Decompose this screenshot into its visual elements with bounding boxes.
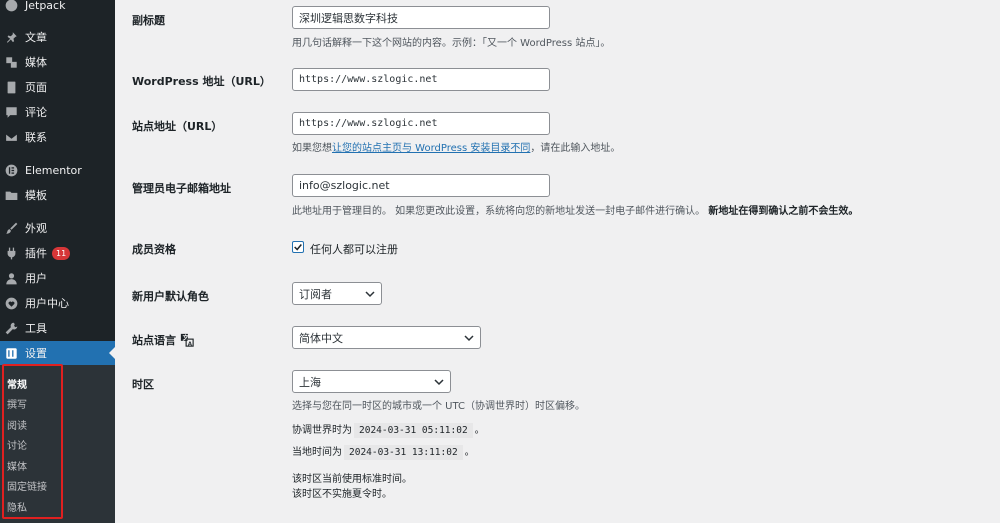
timezone-description: 选择与您在同一时区的城市或一个 UTC（协调世界时）时区偏移。 [292, 401, 586, 412]
wrench-icon [4, 321, 18, 335]
admin-email-input[interactable]: info@szlogic.net [292, 174, 550, 197]
sidebar-item-label: 用户中心 [25, 297, 69, 310]
admin-email-warning: 新地址在得到确认之前不会生效。 [708, 206, 859, 217]
sidebar-item-templates[interactable]: 模板 [0, 183, 115, 207]
admin-email-label: 管理员电子邮箱地址 [132, 182, 231, 195]
site-language-select[interactable]: 简体中文 [292, 326, 481, 349]
sidebar-item-label: 插件 [25, 247, 47, 260]
admin-sidebar: Jetpack 文章 媒体 页面 评论 联系 Elementor 模板 外观 插… [0, 0, 115, 523]
utc-time-value: 2024-03-31 05:11:02 [354, 423, 473, 438]
sidebar-item-label: Elementor [25, 163, 82, 177]
chevron-down-icon [365, 290, 375, 297]
sidebar-item-label: 页面 [25, 81, 47, 94]
timezone-note-standard: 该时区当前使用标准时间。 [292, 474, 412, 485]
site-url-description: 如果您想让您的站点主页与 WordPress 安装目录不同，请在此输入地址。 [292, 143, 621, 154]
sidebar-item-label: Jetpack [25, 0, 66, 12]
anyone-can-register-label[interactable]: 任何人都可以注册 [310, 241, 398, 257]
sidebar-item-contact[interactable]: 联系 [0, 125, 115, 149]
sidebar-item-comments[interactable]: 评论 [0, 100, 115, 124]
settings-icon [4, 346, 18, 360]
sidebar-item-label: 工具 [25, 322, 47, 335]
translation-icon: 文A [180, 333, 194, 347]
update-count-badge: 11 [52, 246, 71, 260]
default-role-label: 新用户默认角色 [132, 290, 209, 303]
sidebar-item-users[interactable]: 用户 [0, 266, 115, 290]
local-time-line: 当地时间为 2024-03-31 13:11:02。 [292, 445, 475, 460]
tagline-input[interactable]: 深圳逻辑思数字科技 [292, 6, 550, 29]
sidebar-item-label: 用户 [25, 272, 47, 285]
sidebar-item-label: 评论 [25, 106, 47, 119]
admin-email-description: 此地址用于管理目的。 如果您更改此设置，系统将向您的新地址发送一封电子邮件进行确… [292, 206, 859, 217]
sidebar-item-settings[interactable]: 设置 [0, 341, 115, 365]
sidebar-item-user-center[interactable]: 用户中心 [0, 291, 115, 315]
sidebar-item-appearance[interactable]: 外观 [0, 216, 115, 240]
elementor-icon [4, 163, 18, 177]
sidebar-item-elementor[interactable]: Elementor [0, 158, 115, 182]
site-language-value: 简体中文 [299, 331, 343, 345]
membership-label: 成员资格 [132, 243, 176, 256]
sidebar-item-label: 外观 [25, 222, 47, 235]
page-icon [4, 80, 18, 94]
heart-icon [4, 296, 18, 310]
sidebar-item-label: 媒体 [25, 56, 47, 69]
folder-icon [4, 188, 18, 202]
plugin-icon [4, 246, 18, 260]
comment-icon [4, 105, 18, 119]
settings-form: 副标题 深圳逻辑思数字科技 用几句话解释一下这个网站的内容。示例：「又一个 Wo… [115, 0, 1000, 523]
sidebar-item-label: 模板 [25, 189, 47, 202]
chevron-down-icon [434, 378, 444, 385]
timezone-note-dst: 该时区不实施夏令时。 [292, 489, 392, 500]
default-role-value: 订阅者 [299, 287, 332, 301]
pin-icon [4, 30, 18, 44]
timezone-select[interactable]: 上海 [292, 370, 451, 393]
site-url-help-link[interactable]: 让您的站点主页与 WordPress 安装目录不同 [332, 143, 530, 154]
sidebar-item-plugins[interactable]: 插件 11 [0, 241, 115, 265]
site-url-input[interactable]: https://www.szlogic.net [292, 112, 550, 135]
sidebar-item-label: 联系 [25, 131, 47, 144]
local-time-value: 2024-03-31 13:11:02 [344, 445, 463, 460]
timezone-value: 上海 [299, 375, 321, 389]
timezone-label: 时区 [132, 378, 154, 391]
sidebar-item-tools[interactable]: 工具 [0, 316, 115, 340]
chevron-down-icon [464, 334, 474, 341]
jetpack-icon [4, 0, 18, 12]
user-icon [4, 271, 18, 285]
sidebar-item-label: 文章 [25, 31, 47, 44]
sidebar-item-jetpack[interactable]: Jetpack [0, 0, 115, 17]
mail-icon [4, 130, 18, 144]
brush-icon [4, 221, 18, 235]
tagline-label: 副标题 [132, 14, 165, 27]
sidebar-item-pages[interactable]: 页面 [0, 75, 115, 99]
default-role-select[interactable]: 订阅者 [292, 282, 382, 305]
sidebar-item-posts[interactable]: 文章 [0, 25, 115, 49]
media-icon [4, 55, 18, 69]
highlight-outline [2, 364, 63, 519]
utc-time-line: 协调世界时为 2024-03-31 05:11:02。 [292, 423, 485, 438]
wp-url-label: WordPress 地址（URL） [132, 75, 271, 88]
sidebar-item-media[interactable]: 媒体 [0, 50, 115, 74]
site-language-label: 站点语言 文A [132, 332, 194, 348]
checkmark-icon [294, 244, 302, 251]
tagline-description: 用几句话解释一下这个网站的内容。示例：「又一个 WordPress 站点」。 [292, 38, 611, 49]
sidebar-item-label: 设置 [25, 347, 47, 360]
wp-url-input[interactable]: https://www.szlogic.net [292, 68, 550, 91]
anyone-can-register-checkbox[interactable] [292, 241, 304, 253]
site-url-label: 站点地址（URL） [132, 120, 223, 133]
